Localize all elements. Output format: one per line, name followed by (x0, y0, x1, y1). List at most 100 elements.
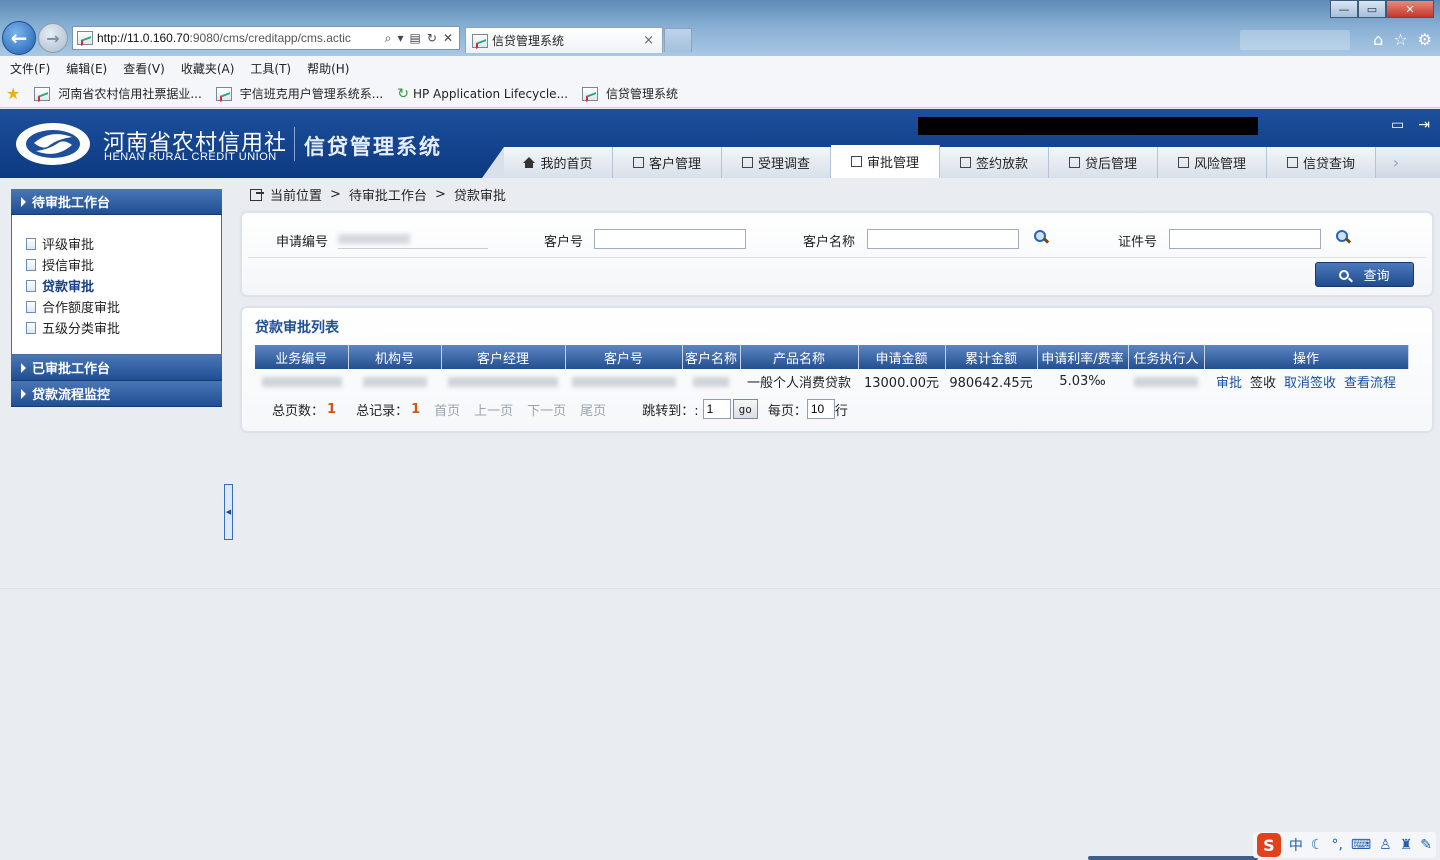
go-button[interactable]: go (732, 399, 758, 419)
tab-postloan[interactable]: 贷后管理 (1049, 147, 1158, 178)
minimize-button[interactable]: — (1330, 0, 1358, 18)
sidebar-section-pending[interactable]: 待审批工作台 (11, 189, 222, 215)
user-icon[interactable]: ♙ (1379, 837, 1392, 853)
cell-org-no (348, 369, 441, 394)
refresh-green-icon: ↻ (397, 85, 409, 102)
punct-icon[interactable]: °, (1331, 837, 1342, 853)
tools-gear-icon[interactable]: ⚙ (1418, 30, 1432, 49)
ime-mode-toggle[interactable]: 中 (1289, 835, 1303, 855)
loan-approval-table: 业务编号 机构号 客户经理 客户号 客户名称 产品名称 申请金额 累计金额 申请… (255, 345, 1409, 394)
query-button[interactable]: 查询 (1315, 262, 1414, 287)
redacted-user-info (918, 117, 1258, 135)
tab-survey[interactable]: 受理调查 (722, 147, 831, 178)
compat-view-icon[interactable]: ▤ (410, 31, 421, 46)
breadcrumb-sep: > (434, 187, 446, 202)
menu-edit[interactable]: 编辑(E) (66, 60, 107, 77)
maximize-button[interactable]: ▭ (1358, 0, 1386, 18)
logout-icon[interactable]: ⇥ (1418, 117, 1430, 133)
col-business-no[interactable]: 业务编号 (255, 345, 349, 369)
new-tab-button[interactable] (664, 28, 692, 52)
sidebar-item-coop-limit-approval[interactable]: 合作额度审批 (26, 296, 221, 317)
col-customer-no[interactable]: 客户号 (565, 345, 683, 369)
cert-no-input[interactable] (1169, 229, 1321, 249)
browser-tab-active[interactable]: 信贷管理系统 × (465, 27, 663, 53)
location-arrow-icon (250, 188, 264, 201)
customer-no-input[interactable] (594, 229, 746, 249)
back-button[interactable]: ← (2, 21, 36, 55)
col-customer-name[interactable]: 客户名称 (682, 345, 741, 369)
col-task-executor[interactable]: 任务执行人 (1128, 345, 1205, 369)
jump-page-input[interactable] (702, 399, 731, 419)
home-icon[interactable]: ⌂ (1373, 30, 1383, 49)
tab-approval[interactable]: 审批管理 (831, 145, 940, 178)
window-controls: — ▭ ✕ (1330, 0, 1434, 18)
dropdown-icon[interactable]: ▾ (398, 31, 404, 46)
app-header: 河南省农村信用社 HENAN RURAL CREDIT UNION 信贷管理系统… (0, 109, 1440, 178)
tab-query[interactable]: 信贷查询 (1267, 147, 1376, 178)
favorite-link[interactable]: 河南省农村信用社票据业... (34, 85, 202, 102)
favorites-star-icon[interactable]: ★ (6, 84, 20, 103)
menu-help[interactable]: 帮助(H) (307, 60, 349, 77)
col-apply-amount[interactable]: 申请金额 (858, 345, 946, 369)
col-total-amount[interactable]: 累计金额 (945, 345, 1038, 369)
sidebar-section-approved[interactable]: 已审批工作台 (11, 355, 222, 381)
customer-lookup-icon[interactable] (1033, 229, 1049, 245)
customer-no-label: 客户号 (544, 235, 584, 250)
cancel-sign-link[interactable]: 取消签收 (1284, 376, 1336, 391)
keyboard-icon[interactable]: ⌨ (1351, 837, 1371, 853)
shirt-icon[interactable]: ♜ (1400, 837, 1413, 853)
monitor-icon[interactable]: ▭ (1391, 117, 1404, 133)
cert-lookup-icon[interactable] (1335, 229, 1351, 245)
tab-close-icon[interactable]: × (643, 33, 654, 48)
horizontal-scrollbar[interactable] (1088, 856, 1258, 860)
customer-name-input[interactable] (867, 229, 1019, 249)
wrench-icon[interactable]: ✎ (1420, 837, 1432, 853)
tab-customer[interactable]: 客户管理 (613, 147, 722, 178)
favorites-star-icon[interactable]: ☆ (1393, 30, 1407, 49)
col-rate[interactable]: 申请利率/费率 (1037, 345, 1129, 369)
sidebar-item-five-class-approval[interactable]: 五级分类审批 (26, 317, 221, 338)
favorite-link[interactable]: ↻ HP Application Lifecycle... (397, 86, 568, 102)
view-process-link[interactable]: 查看流程 (1344, 376, 1396, 391)
address-bar[interactable]: http://11.0.160.70:9080/cms/creditapp/cm… (72, 26, 460, 50)
menu-favorites[interactable]: 收藏夹(A) (181, 60, 235, 77)
prev-page-link[interactable]: 上一页 (474, 400, 513, 419)
sidebar-item-rating-approval[interactable]: 评级审批 (26, 233, 221, 254)
col-org-no[interactable]: 机构号 (348, 345, 442, 369)
next-page-link[interactable]: 下一页 (527, 400, 566, 419)
menu-view[interactable]: 查看(V) (123, 60, 165, 77)
tab-contract[interactable]: 签约放款 (940, 147, 1049, 178)
list-title: 贷款审批列表 (255, 320, 339, 336)
last-page-link[interactable]: 尾页 (580, 400, 606, 419)
tab-home[interactable]: 我的首页 (504, 147, 613, 178)
sidebar-item-loan-approval[interactable]: 贷款审批 (26, 275, 221, 296)
menu-file[interactable]: 文件(F) (10, 60, 50, 77)
per-page-input[interactable] (806, 399, 835, 419)
per-page-label: 每页： (767, 403, 807, 419)
first-page-link[interactable]: 首页 (434, 400, 460, 419)
logo-divider (294, 127, 295, 161)
menu-tools[interactable]: 工具(T) (250, 60, 291, 77)
sidebar-item-credit-approval[interactable]: 授信审批 (26, 254, 221, 275)
tab-risk[interactable]: 风险管理 (1158, 147, 1267, 178)
table-header-row: 业务编号 机构号 客户经理 客户号 客户名称 产品名称 申请金额 累计金额 申请… (255, 345, 1409, 369)
app-no-field[interactable] (338, 229, 488, 249)
sidebar-collapse-handle[interactable]: ◀ (224, 484, 233, 540)
moon-icon[interactable]: ☾ (1311, 837, 1324, 853)
breadcrumb-item: 待审批工作台 (348, 189, 427, 204)
main-nav: 我的首页 客户管理 受理调查 审批管理 签约放款 贷后管理 风险管理 信贷查询 … (482, 145, 1440, 178)
col-product-name[interactable]: 产品名称 (740, 345, 859, 369)
favorite-link[interactable]: 信贷管理系统 (582, 85, 678, 102)
favorite-link[interactable]: 宇信班克用户管理系统系... (215, 85, 383, 102)
refresh-icon[interactable]: ↻ (427, 31, 437, 46)
forward-button[interactable]: → (38, 23, 68, 53)
sogou-logo-icon[interactable]: S (1256, 833, 1281, 857)
stop-icon[interactable]: ✕ (443, 31, 453, 46)
col-account-manager[interactable]: 客户经理 (441, 345, 566, 369)
nav-more-button[interactable]: › (1376, 147, 1416, 178)
search-icon[interactable]: ⌕ (385, 31, 392, 46)
sidebar-section-monitor[interactable]: 贷款流程监控 (11, 381, 222, 407)
url-text[interactable]: http://11.0.160.70:9080/cms/creditapp/cm… (97, 31, 385, 45)
approve-link[interactable]: 审批 (1216, 376, 1242, 391)
close-window-button[interactable]: ✕ (1386, 0, 1434, 18)
